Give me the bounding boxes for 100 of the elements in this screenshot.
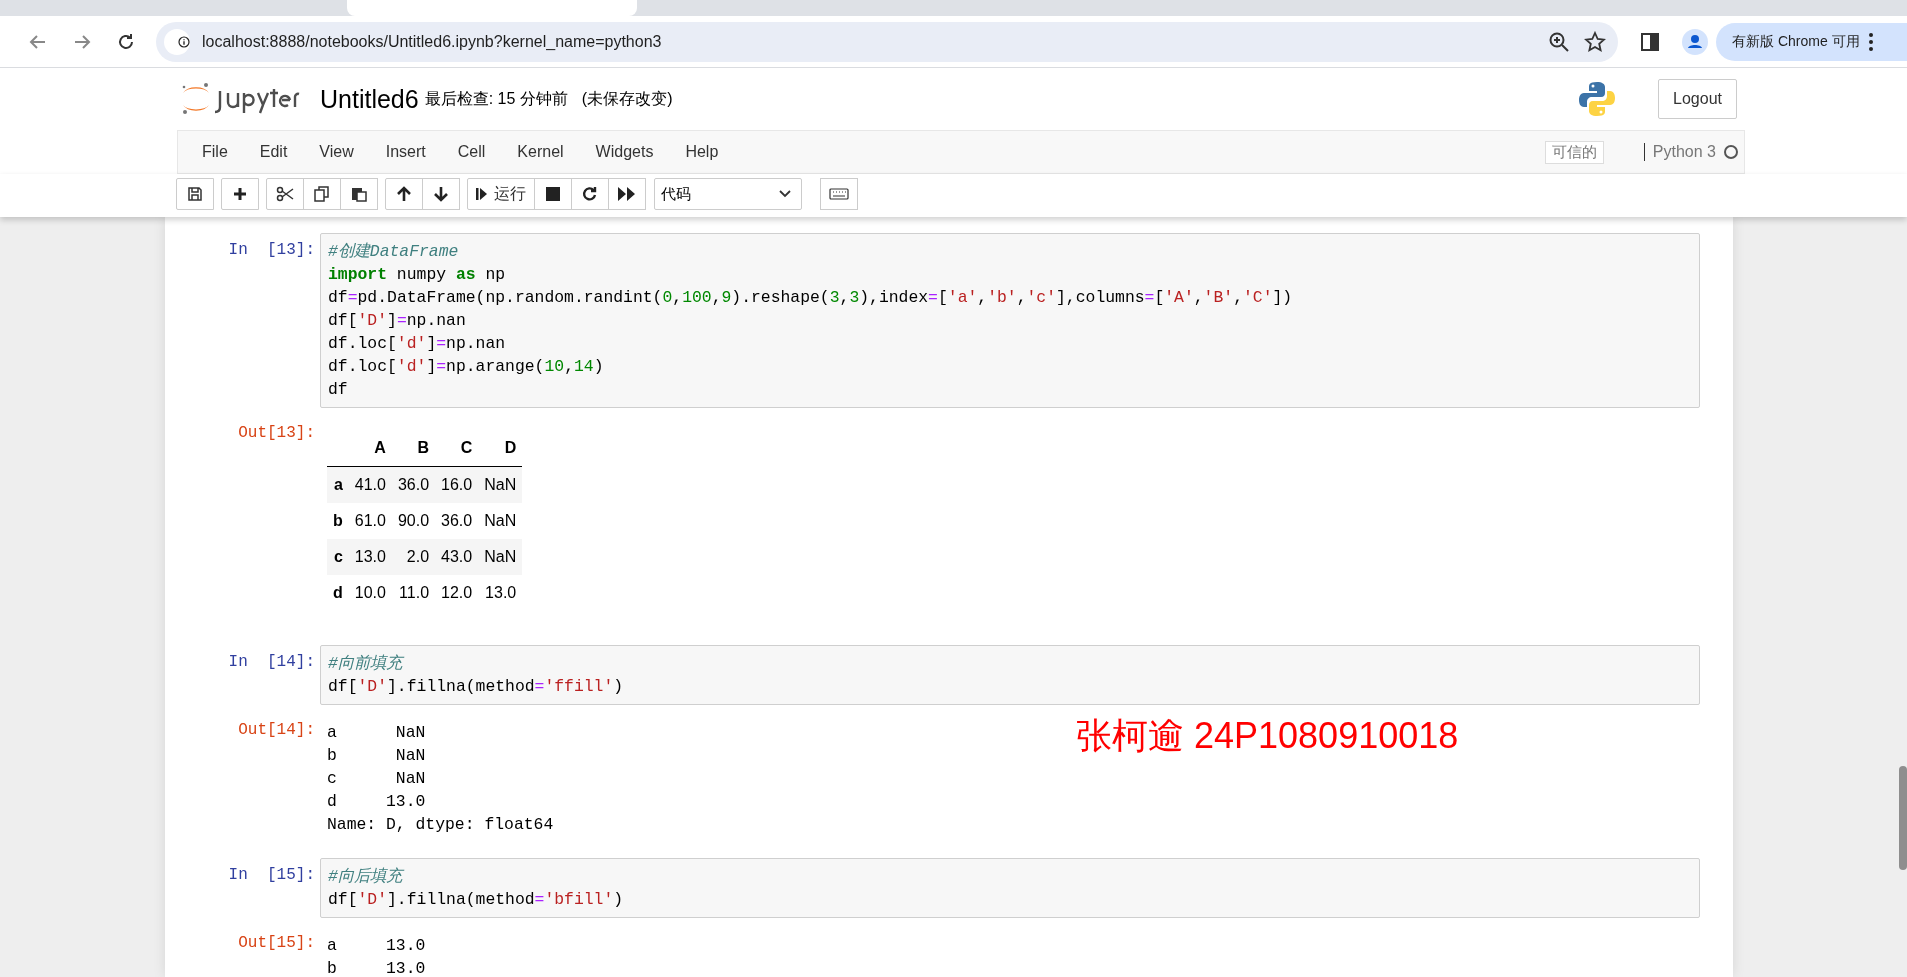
input-prompt: In [15]: <box>227 865 316 886</box>
menu-item[interactable]: View <box>315 143 382 161</box>
table-cell: 43.0 <box>435 539 479 575</box>
scissors-icon <box>276 186 294 202</box>
code-line: df['D']=np.nan <box>328 310 467 332</box>
logout-button[interactable]: Logout <box>1658 79 1737 119</box>
code-cell[interactable]: #向后填充 df['D'].fillna(method='bfill') <box>320 858 1700 918</box>
notebook-name[interactable]: Untitled6 <box>320 84 419 114</box>
copy-button[interactable] <box>303 178 341 210</box>
output-prompt: Out[13]: <box>237 423 316 444</box>
menu-item[interactable]: File <box>198 143 256 161</box>
column-header: A <box>348 430 392 467</box>
table-cell: NaN <box>478 539 523 575</box>
url-text: localhost:8888/notebooks/Untitled6.ipynb?kernel_name=python3 <box>202 32 663 51</box>
star-icon[interactable] <box>1584 30 1606 53</box>
code-cell[interactable]: #向前填充 df['D'].fillna(method='ffill') <box>320 645 1700 705</box>
table-cell: 36.0 <box>435 503 479 539</box>
address-bar[interactable]: localhost:8888/notebooks/Untitled6.ipynb?kernel_name=python3 <box>156 21 1618 62</box>
autosave-status: (未保存改变) <box>581 88 673 109</box>
row-index: d <box>327 575 349 611</box>
fast-forward-icon <box>618 187 636 201</box>
output-line: a NaN <box>327 722 427 744</box>
info-icon[interactable] <box>164 28 190 55</box>
row-index: b <box>327 503 349 539</box>
paste-button[interactable] <box>340 178 378 210</box>
scrollbar-thumb[interactable] <box>1899 766 1907 870</box>
cut-button[interactable] <box>266 178 304 210</box>
table-cell: 13.0 <box>348 539 392 575</box>
more-icon[interactable] <box>1867 31 1874 52</box>
menu-item[interactable]: Kernel <box>513 143 592 161</box>
python-logo-icon <box>1578 80 1617 118</box>
code-line: df['D'].fillna(method='bfill') <box>328 889 625 911</box>
menu-item[interactable]: Help <box>681 143 747 161</box>
output-line: a 13.0 <box>327 935 426 957</box>
trusted-indicator[interactable]: 可信的 <box>1544 140 1604 164</box>
row-index: c <box>327 539 349 575</box>
cell-type-dropdown[interactable]: 代码 <box>654 178 802 210</box>
table-cell: 41.0 <box>348 466 392 503</box>
output-line: b 13.0 <box>327 958 426 977</box>
menu-item[interactable]: Insert <box>381 143 454 161</box>
move-down-button[interactable] <box>422 178 460 210</box>
annotation-text: 张柯逾 24P1080910018 <box>1076 714 1459 758</box>
table-cell: 2.0 <box>391 539 436 575</box>
save-icon <box>187 186 203 202</box>
update-chrome-button[interactable]: 有新版 Chrome 可用 <box>1716 22 1907 61</box>
output-line: b NaN <box>327 745 427 767</box>
run-button[interactable]: 运行 <box>467 178 535 210</box>
code-line: df.loc['d']=np.nan <box>328 333 507 355</box>
output-prompt: Out[14]: <box>237 720 316 741</box>
code-line: df=pd.DataFrame(np.random.randint(0,100,9).reshape(3,3),index=['a','b','c'],columns=['A','B','C']) <box>328 287 1294 309</box>
clipboard-icon <box>351 186 367 202</box>
zoom-icon[interactable] <box>1548 30 1570 53</box>
table-cell: 36.0 <box>391 466 436 503</box>
kernel-name[interactable]: Python 3 <box>1643 143 1716 161</box>
move-up-button[interactable] <box>385 178 423 210</box>
run-all-button[interactable] <box>608 178 646 210</box>
input-prompt: In [13]: <box>227 240 316 261</box>
code-line: df.loc['d']=np.arange(10,14) <box>328 356 605 378</box>
code-line: #向前填充 <box>328 652 1692 675</box>
menu-item[interactable]: Widgets <box>591 143 682 161</box>
plus-icon <box>232 186 248 202</box>
column-header: B <box>391 430 436 467</box>
step-forward-icon <box>476 186 488 202</box>
code-line: import numpy as np <box>328 264 507 286</box>
code-line: #向后填充 <box>328 865 1692 888</box>
code-line: df['D'].fillna(method='ffill') <box>328 676 625 698</box>
table-cell: 90.0 <box>391 503 436 539</box>
arrow-up-icon <box>396 186 412 202</box>
stop-icon <box>546 187 560 201</box>
checkpoint-status: 最后检查: 15 分钟前 <box>424 88 568 109</box>
menu-item[interactable]: Cell <box>453 143 514 161</box>
output-prompt: Out[15]: <box>237 933 316 954</box>
restart-icon <box>582 186 598 202</box>
table-cell: 13.0 <box>478 575 523 611</box>
restart-button[interactable] <box>571 178 609 210</box>
table-cell: NaN <box>478 466 523 503</box>
column-header: C <box>435 430 479 467</box>
arrow-down-icon <box>433 186 449 202</box>
side-panel-icon[interactable] <box>1640 31 1660 52</box>
table-cell: 10.0 <box>348 575 392 611</box>
copy-icon <box>314 186 330 202</box>
profile-avatar-icon[interactable] <box>1682 28 1708 55</box>
save-button[interactable] <box>176 178 214 210</box>
output-line: Name: D, dtype: float64 <box>327 814 554 836</box>
menu-item[interactable]: Edit <box>255 143 316 161</box>
caret-icon <box>779 190 791 198</box>
row-index: a <box>327 466 349 503</box>
input-prompt: In [14]: <box>227 652 316 673</box>
command-palette-button[interactable] <box>820 178 858 210</box>
table-cell: NaN <box>478 503 523 539</box>
add-cell-button[interactable] <box>221 178 259 210</box>
keyboard-icon <box>829 188 849 200</box>
stop-button[interactable] <box>534 178 572 210</box>
table-cell: 16.0 <box>435 466 479 503</box>
jupyter-logo-icon[interactable] <box>180 81 300 117</box>
code-cell[interactable]: #创建DataFrame import numpy as np df=pd.DataFrame(np.random.randint(0,100,9).reshape(3,3),index=['a','b','c'],columns=['A','B','C']) df['D']=np.nan df.loc['d']=np.nan df.loc['d']=np.arange(10,14) df <box>320 233 1700 408</box>
column-header: D <box>478 430 523 467</box>
table-cell: 11.0 <box>391 575 436 611</box>
code-line: df <box>328 379 349 401</box>
output-line: c NaN <box>327 768 427 790</box>
